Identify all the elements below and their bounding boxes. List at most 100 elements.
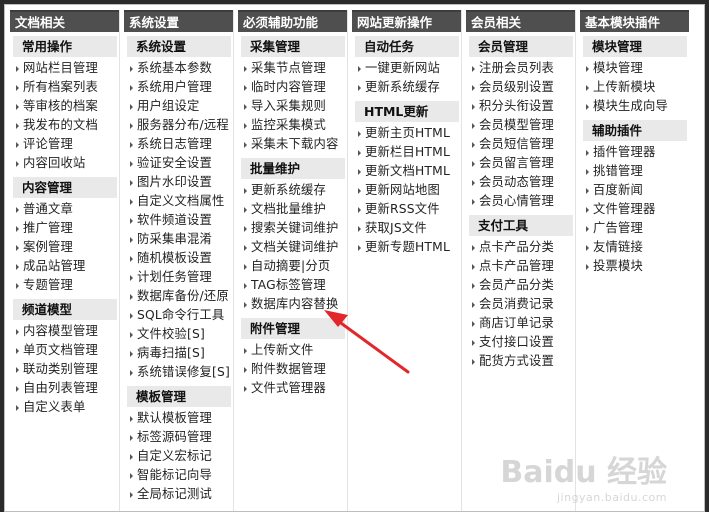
menu-link[interactable]: 随机模板设置	[124, 249, 233, 268]
menu-link[interactable]: 防采集串混淆	[124, 230, 233, 249]
menu-link[interactable]: 文件式管理器	[238, 379, 347, 398]
menu-link[interactable]: 服务器分布/远程	[124, 116, 233, 135]
menu-link[interactable]: 插件管理器	[580, 143, 689, 162]
menu-link[interactable]: 模块管理	[580, 59, 689, 78]
menu-link[interactable]: 积分头衔设置	[466, 97, 575, 116]
menu-link[interactable]: 内容回收站	[10, 154, 119, 173]
menu-link[interactable]: 上传新文件	[238, 341, 347, 360]
menu-link[interactable]: 会员模型管理	[466, 116, 575, 135]
menu-link[interactable]: 内容模型管理	[10, 322, 119, 341]
menu-link[interactable]: 所有档案列表	[10, 78, 119, 97]
menu-link[interactable]: 自定义文档属性	[124, 192, 233, 211]
menu-link[interactable]: 计划任务管理	[124, 268, 233, 287]
menu-link[interactable]: 全局标记测试	[124, 485, 233, 504]
menu-link[interactable]: 搜索关键词维护	[238, 219, 347, 238]
menu-link[interactable]: 监控采集模式	[238, 116, 347, 135]
column-header[interactable]: 文档相关	[10, 10, 119, 32]
menu-link[interactable]: 会员消费记录	[466, 295, 575, 314]
menu-link[interactable]: 百度新闻	[580, 181, 689, 200]
menu-link[interactable]: 广告管理	[580, 219, 689, 238]
menu-link[interactable]: 系统用户管理	[124, 78, 233, 97]
menu-link[interactable]: 更新主页HTML	[352, 124, 461, 143]
menu-link[interactable]: 等审核的档案	[10, 97, 119, 116]
column-header[interactable]: 基本模块插件	[580, 10, 689, 32]
menu-link[interactable]: 会员短信管理	[466, 135, 575, 154]
menu-link[interactable]: 默认模板管理	[124, 409, 233, 428]
menu-link[interactable]: 系统错误修复[S]	[124, 363, 233, 382]
menu-link[interactable]: 数据库备份/还原	[124, 287, 233, 306]
group-title: 自动任务	[355, 36, 459, 57]
menu-link[interactable]: 采集节点管理	[238, 59, 347, 78]
menu-link[interactable]: 点卡产品分类	[466, 238, 575, 257]
menu-link[interactable]: 自由列表管理	[10, 379, 119, 398]
menu-link[interactable]: 模块生成向导	[580, 97, 689, 116]
menu-link[interactable]: 推广管理	[10, 219, 119, 238]
column-header[interactable]: 系统设置	[124, 10, 233, 32]
menu-link[interactable]: 自动摘要|分页	[238, 257, 347, 276]
menu-link[interactable]: 用户组设定	[124, 97, 233, 116]
column-header[interactable]: 会员相关	[466, 10, 575, 32]
menu-link[interactable]: 更新RSS文件	[352, 200, 461, 219]
menu-link[interactable]: 获取JS文件	[352, 219, 461, 238]
menu-link[interactable]: 图片水印设置	[124, 173, 233, 192]
menu-link[interactable]: 数据库内容替换	[238, 295, 347, 314]
menu-link[interactable]: 文档批量维护	[238, 200, 347, 219]
menu-link[interactable]: 更新系统缓存	[238, 181, 347, 200]
menu-link[interactable]: 成品站管理	[10, 257, 119, 276]
menu-link[interactable]: 文档关键词维护	[238, 238, 347, 257]
menu-link[interactable]: 采集未下载内容	[238, 135, 347, 154]
bullet-arrow-icon	[130, 351, 133, 357]
menu-link[interactable]: 网站栏目管理	[10, 59, 119, 78]
menu-link[interactable]: 点卡产品管理	[466, 257, 575, 276]
menu-link[interactable]: 标签源码管理	[124, 428, 233, 447]
menu-link[interactable]: TAG标签管理	[238, 276, 347, 295]
menu-link[interactable]: 系统日志管理	[124, 135, 233, 154]
menu-link[interactable]: 投票模块	[580, 257, 689, 276]
menu-link-label: 图片水印设置	[137, 175, 212, 189]
menu-link[interactable]: 文件校验[S]	[124, 325, 233, 344]
menu-link[interactable]: 智能标记向导	[124, 466, 233, 485]
bullet-arrow-icon	[130, 370, 133, 376]
menu-link[interactable]: 会员级别设置	[466, 78, 575, 97]
menu-link[interactable]: 更新栏目HTML	[352, 143, 461, 162]
column-header[interactable]: 网站更新操作	[352, 10, 461, 32]
menu-link[interactable]: 更新文档HTML	[352, 162, 461, 181]
menu-link[interactable]: 软件频道设置	[124, 211, 233, 230]
menu-link[interactable]: 会员动态管理	[466, 173, 575, 192]
menu-link[interactable]: 会员心情管理	[466, 192, 575, 211]
menu-link[interactable]: 文件管理器	[580, 200, 689, 219]
menu-link[interactable]: 评论管理	[10, 135, 119, 154]
menu-link[interactable]: 会员留言管理	[466, 154, 575, 173]
menu-link[interactable]: 商店订单记录	[466, 314, 575, 333]
menu-link[interactable]: 更新系统缓存	[352, 78, 461, 97]
bullet-arrow-icon	[16, 207, 19, 213]
menu-link[interactable]: 系统基本参数	[124, 59, 233, 78]
menu-link[interactable]: 更新网站地图	[352, 181, 461, 200]
menu-link[interactable]: 支付接口设置	[466, 333, 575, 352]
bullet-arrow-icon	[358, 207, 361, 213]
menu-link[interactable]: 单页文档管理	[10, 341, 119, 360]
bullet-arrow-icon	[16, 123, 19, 129]
menu-link[interactable]: 临时内容管理	[238, 78, 347, 97]
menu-link[interactable]: 专题管理	[10, 276, 119, 295]
menu-link[interactable]: 普通文章	[10, 200, 119, 219]
menu-link[interactable]: 友情链接	[580, 238, 689, 257]
menu-link[interactable]: 联动类别管理	[10, 360, 119, 379]
menu-link[interactable]: SQL命令行工具	[124, 306, 233, 325]
menu-link[interactable]: 会员产品分类	[466, 276, 575, 295]
menu-link[interactable]: 配货方式设置	[466, 352, 575, 371]
menu-link[interactable]: 自定义表单	[10, 398, 119, 417]
column-header[interactable]: 必须辅助功能	[238, 10, 347, 32]
menu-link[interactable]: 注册会员列表	[466, 59, 575, 78]
menu-link[interactable]: 一键更新网站	[352, 59, 461, 78]
menu-link[interactable]: 附件数据管理	[238, 360, 347, 379]
menu-link[interactable]: 导入采集规则	[238, 97, 347, 116]
menu-link[interactable]: 验证安全设置	[124, 154, 233, 173]
menu-link[interactable]: 上传新模块	[580, 78, 689, 97]
menu-link[interactable]: 挑错管理	[580, 162, 689, 181]
menu-link[interactable]: 病毒扫描[S]	[124, 344, 233, 363]
menu-link[interactable]: 更新专题HTML	[352, 238, 461, 257]
menu-link[interactable]: 我发布的文档	[10, 116, 119, 135]
menu-link[interactable]: 自定义宏标记	[124, 447, 233, 466]
menu-link[interactable]: 案例管理	[10, 238, 119, 257]
